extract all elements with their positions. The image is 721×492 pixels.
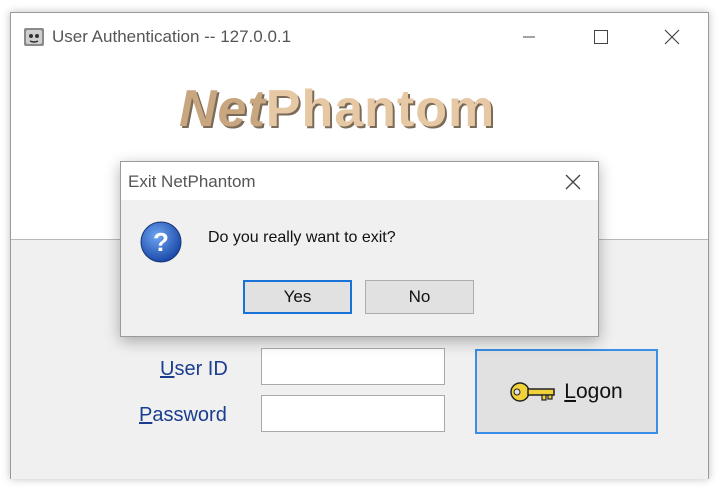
userid-field[interactable] xyxy=(261,348,445,385)
dialog-title-bar[interactable]: Exit NetPhantom xyxy=(121,162,598,200)
dialog-close-icon[interactable] xyxy=(562,171,584,193)
userid-label: User ID xyxy=(160,358,228,381)
maximize-icon xyxy=(594,30,608,44)
netphantom-logo: NetPhantom xyxy=(179,79,495,139)
close-icon xyxy=(664,29,680,45)
title-bar[interactable]: User Authentication -- 127.0.0.1 xyxy=(11,13,708,59)
maximize-button[interactable] xyxy=(579,23,623,51)
minimize-icon xyxy=(523,36,535,38)
key-icon xyxy=(510,381,556,402)
no-button[interactable]: No xyxy=(365,280,474,314)
minimize-button[interactable] xyxy=(507,23,551,51)
exit-dialog: Exit NetPhantom ? Do you really want to … xyxy=(120,161,599,337)
logon-label-rest: ogon xyxy=(575,379,623,403)
question-icon: ? xyxy=(140,221,182,263)
window-title: User Authentication -- 127.0.0.1 xyxy=(52,27,292,46)
password-field[interactable] xyxy=(261,395,445,432)
logon-label: Logon xyxy=(564,380,622,404)
logo-phantom-text: Phantom xyxy=(265,80,496,138)
userid-mnemonic: U xyxy=(160,358,175,380)
close-button[interactable] xyxy=(650,23,694,51)
password-mnemonic: P xyxy=(139,404,153,426)
netphantom-app-icon xyxy=(24,28,44,46)
userid-label-rest: ser ID xyxy=(174,358,228,380)
svg-text:?: ? xyxy=(153,227,169,257)
dialog-title: Exit NetPhantom xyxy=(128,172,256,191)
password-label: Password xyxy=(139,404,227,427)
logon-mnemonic: L xyxy=(564,379,576,403)
logo-net-text: Net xyxy=(179,80,266,138)
logon-button[interactable]: Logon xyxy=(475,349,658,434)
yes-button[interactable]: Yes xyxy=(243,280,352,314)
password-label-rest: assword xyxy=(152,404,227,426)
dialog-message: Do you really want to exit? xyxy=(208,229,396,246)
